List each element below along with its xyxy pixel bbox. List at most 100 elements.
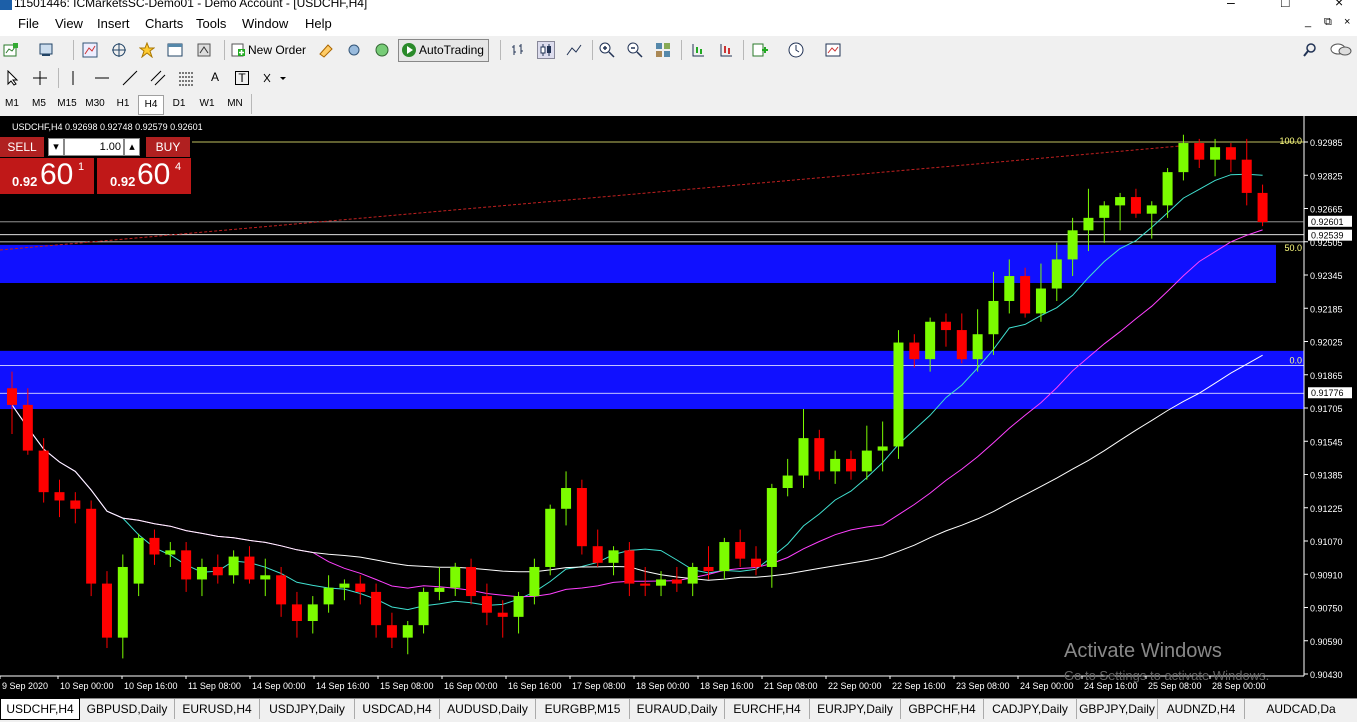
- metaeditor-icon[interactable]: [318, 42, 334, 58]
- bearish-candle: [814, 438, 825, 472]
- vertical-line-icon[interactable]: [65, 70, 81, 86]
- menu-charts[interactable]: Charts: [145, 16, 183, 31]
- mdi-close-button[interactable]: ×: [1344, 16, 1350, 28]
- standard-toolbar: New Order AutoTrading: [0, 36, 1357, 65]
- signals-icon[interactable]: [346, 42, 362, 58]
- sell-button[interactable]: SELL: [0, 137, 44, 157]
- bearish-candle: [1257, 192, 1268, 223]
- bearish-candle: [38, 450, 49, 493]
- chat-icon[interactable]: [1330, 42, 1352, 58]
- bullish-candle: [529, 566, 540, 597]
- menu-file[interactable]: File: [18, 16, 39, 31]
- time-axis-label: 10 Sep 16:00: [124, 681, 178, 691]
- price-chart[interactable]: 0.929850.928250.926650.925050.923450.921…: [0, 116, 1357, 698]
- fibonacci-icon[interactable]: [178, 70, 194, 86]
- templates-icon[interactable]: [825, 42, 841, 58]
- tab-eurjpy-daily[interactable]: EURJPY,Daily: [810, 699, 901, 719]
- new-order-button[interactable]: New Order: [227, 39, 311, 62]
- toolbar-separator: [500, 40, 501, 60]
- timeframe-m15[interactable]: M15: [55, 95, 79, 113]
- equidistant-channel-icon[interactable]: [150, 70, 166, 86]
- crosshair-icon[interactable]: [32, 70, 48, 86]
- sell-price-box[interactable]: 0.92 60 1: [0, 158, 94, 194]
- tab-eurchf-h4[interactable]: EURCHF,H4: [725, 699, 810, 719]
- cursor-icon[interactable]: [5, 70, 21, 86]
- indicators-icon[interactable]: [752, 42, 768, 58]
- timeframe-m5[interactable]: M5: [27, 95, 51, 113]
- tab-gbpchf-h4[interactable]: GBPCHF,H4: [901, 699, 984, 719]
- tab-eurgbp-m15[interactable]: EURGBP,M15: [536, 699, 630, 719]
- text-label-tool[interactable]: T: [235, 71, 249, 85]
- line-chart-icon[interactable]: [566, 42, 582, 58]
- bearish-candle: [703, 566, 714, 572]
- mdi-minimize-button[interactable]: _: [1305, 16, 1311, 28]
- lot-size-input[interactable]: 1.00: [64, 138, 124, 156]
- zoom-in-icon[interactable]: [599, 42, 615, 58]
- chart-window[interactable]: 0.92985 0.92825 0.92665 0.92505 0.92345 0.921…: [0, 116, 1357, 698]
- close-button[interactable]: ×: [1335, 0, 1343, 10]
- periods-icon[interactable]: [788, 42, 804, 58]
- buy-button[interactable]: BUY: [146, 137, 190, 157]
- candlestick-chart-icon[interactable]: [537, 41, 555, 59]
- tab-gbpjpy-daily[interactable]: GBPJPY,Daily: [1077, 699, 1158, 719]
- tab-audcad-daily[interactable]: AUDCAD,Da: [1245, 699, 1357, 719]
- strategy-tester-icon[interactable]: [196, 42, 212, 58]
- bearish-candle: [576, 488, 587, 547]
- timeframe-m1[interactable]: M1: [0, 95, 24, 113]
- bearish-candle: [276, 575, 287, 605]
- mdi-restore-button[interactable]: ⧉: [1324, 16, 1332, 29]
- maximize-button[interactable]: □: [1281, 0, 1289, 10]
- market-watch-icon[interactable]: [82, 42, 98, 58]
- time-axis-label: 23 Sep 08:00: [956, 681, 1010, 691]
- timeframe-d1[interactable]: D1: [167, 95, 191, 113]
- price-axis-label: 0.92185: [1310, 304, 1343, 314]
- bearish-candle: [291, 604, 302, 622]
- menu-tools[interactable]: Tools: [196, 16, 226, 31]
- search-icon[interactable]: [1302, 42, 1318, 58]
- tab-eurusd-h4[interactable]: EURUSD,H4: [175, 699, 260, 719]
- chart-shift-icon[interactable]: [718, 42, 734, 58]
- menu-help[interactable]: Help: [305, 16, 332, 31]
- bullish-candle: [1162, 172, 1173, 206]
- menu-view[interactable]: View: [55, 16, 83, 31]
- tab-cadjpy-daily[interactable]: CADJPY,Daily: [984, 699, 1077, 719]
- terminal-icon[interactable]: [167, 42, 183, 58]
- data-window-icon[interactable]: [111, 42, 127, 58]
- profiles-icon[interactable]: [38, 42, 54, 58]
- autotrading-button[interactable]: AutoTrading: [398, 39, 489, 62]
- timeframe-h1[interactable]: H1: [111, 95, 135, 113]
- horizontal-line-icon[interactable]: [94, 70, 110, 86]
- tab-audusd-daily[interactable]: AUDUSD,Daily: [440, 699, 536, 719]
- tab-gbpusd-daily[interactable]: GBPUSD,Daily: [80, 699, 175, 719]
- bearish-candle: [212, 566, 223, 576]
- zoom-out-icon[interactable]: [627, 42, 643, 58]
- timeframe-mn[interactable]: MN: [223, 95, 247, 113]
- minimize-button[interactable]: –: [1227, 0, 1235, 10]
- timeframe-w1[interactable]: W1: [195, 95, 219, 113]
- trendline-icon[interactable]: [122, 70, 138, 86]
- market-icon[interactable]: [374, 42, 390, 58]
- tab-usdjpy-daily[interactable]: USDJPY,Daily: [260, 699, 355, 719]
- bullish-candle: [228, 556, 239, 576]
- bar-chart-icon[interactable]: [510, 42, 526, 58]
- lot-down-button[interactable]: ▾: [48, 138, 64, 156]
- fib-0-label: 0.0: [1289, 355, 1302, 365]
- price-axis-label: 0.91865: [1310, 371, 1343, 381]
- timeframe-h4[interactable]: H4: [138, 95, 164, 115]
- text-tool[interactable]: A: [207, 70, 223, 86]
- menu-window[interactable]: Window: [242, 16, 288, 31]
- tab-euraud-daily[interactable]: EURAUD,Daily: [630, 699, 725, 719]
- time-axis-label: 21 Sep 08:00: [764, 681, 818, 691]
- buy-price-box[interactable]: 0.92 60 4: [97, 158, 191, 194]
- auto-scroll-icon[interactable]: [690, 42, 706, 58]
- tab-audnzd-h4[interactable]: AUDNZD,H4: [1158, 699, 1245, 719]
- timeframe-m30[interactable]: M30: [83, 95, 107, 113]
- arrows-dropdown-icon[interactable]: [262, 70, 288, 86]
- tile-windows-icon[interactable]: [655, 42, 671, 58]
- menu-insert[interactable]: Insert: [97, 16, 130, 31]
- navigator-icon[interactable]: [139, 42, 155, 58]
- lot-up-button[interactable]: ▴: [124, 138, 140, 156]
- new-chart-icon[interactable]: [3, 42, 19, 58]
- tab-usdchf-h4[interactable]: USDCHF,H4: [0, 698, 80, 720]
- tab-usdcad-h4[interactable]: USDCAD,H4: [355, 699, 440, 719]
